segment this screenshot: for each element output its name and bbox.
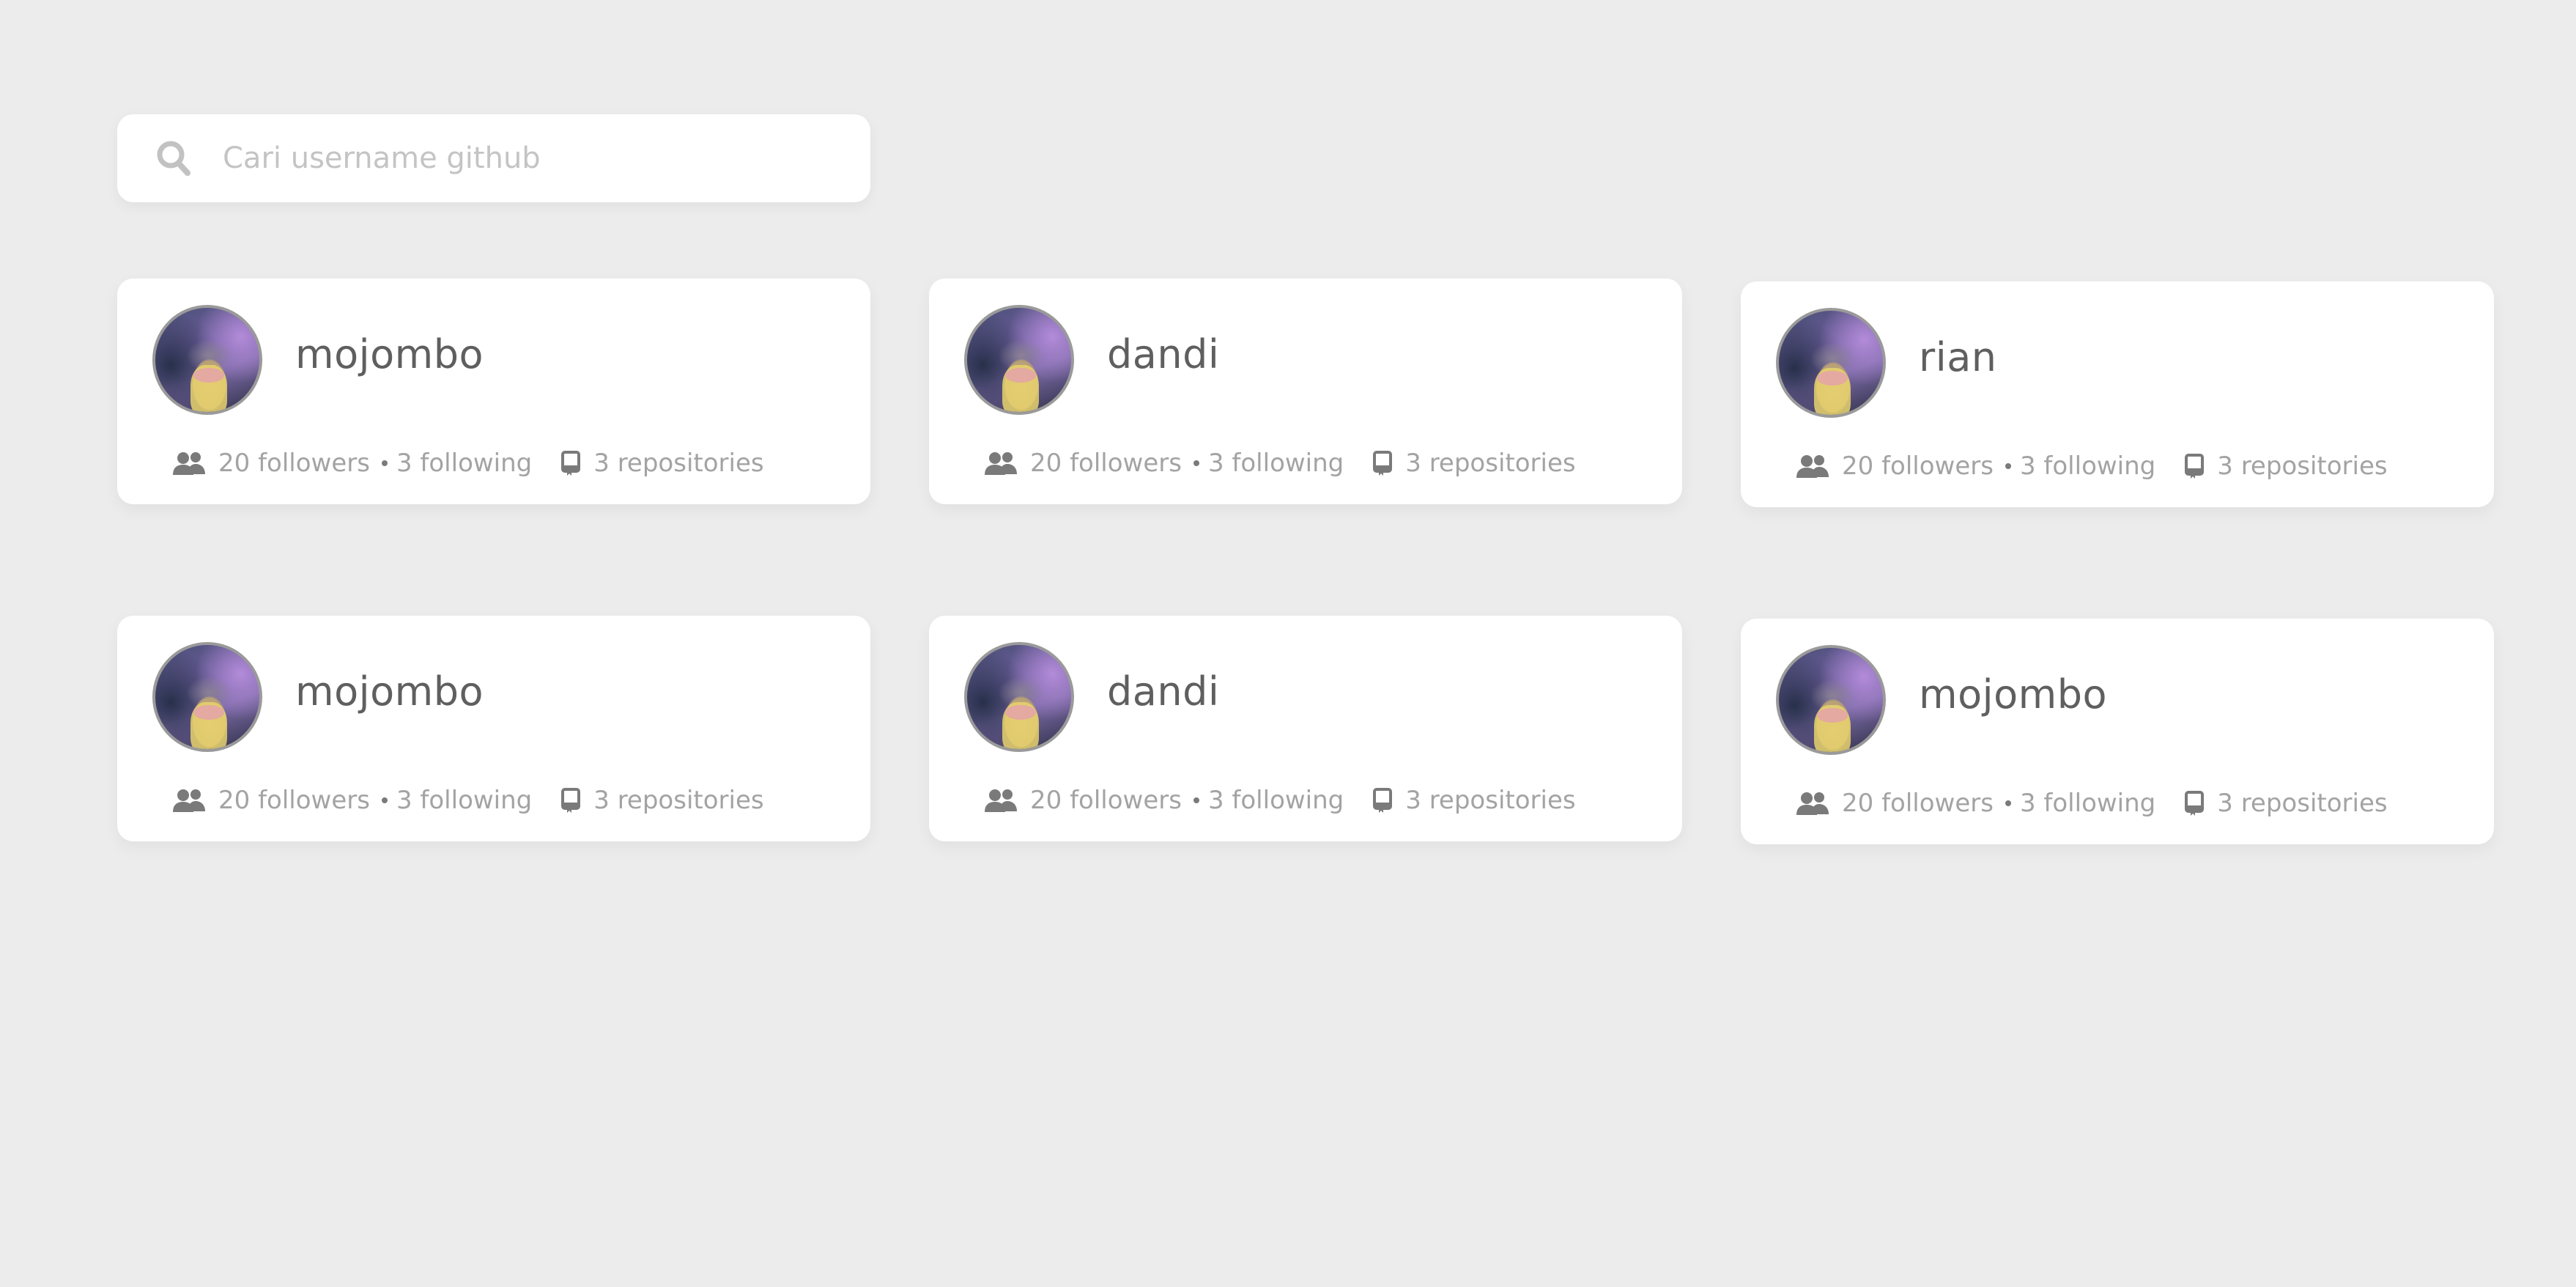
avatar[interactable] <box>152 642 262 752</box>
user-card-mojombo[interactable]: mojombo 20 followers 3 following 3 repos… <box>1741 619 2494 844</box>
repositories-count: 3 repositories <box>593 449 764 478</box>
user-stats: 20 followers 3 following 3 repositories <box>173 446 764 481</box>
following-count: 3 following <box>396 786 533 815</box>
following-count: 3 following <box>2019 451 2156 481</box>
username[interactable]: mojombo <box>1919 671 2107 718</box>
separator-dot <box>381 460 388 466</box>
people-icon <box>985 452 1017 475</box>
repo-book-icon <box>1373 788 1393 813</box>
people-icon <box>1796 455 1829 478</box>
user-stats: 20 followers 3 following 3 repositories <box>985 783 1576 818</box>
followers-count: 20 followers <box>218 449 370 478</box>
user-card-dandi[interactable]: dandi 20 followers 3 following 3 reposit… <box>929 616 1682 841</box>
followers-count: 20 followers <box>1030 449 1182 478</box>
repo-book-icon <box>2185 791 2205 816</box>
repositories-count: 3 repositories <box>593 786 764 815</box>
followers-count: 20 followers <box>1030 786 1182 815</box>
user-stats: 20 followers 3 following 3 repositories <box>1796 786 2388 821</box>
user-card-mojombo[interactable]: mojombo 20 followers 3 following 3 repos… <box>117 616 870 841</box>
user-card-rian[interactable]: rian 20 followers 3 following 3 reposito… <box>1741 281 2494 507</box>
separator-dot <box>2005 463 2011 469</box>
followers-count: 20 followers <box>1842 451 1994 481</box>
following-count: 3 following <box>1207 449 1344 478</box>
username[interactable]: mojombo <box>295 331 484 377</box>
user-card-mojombo[interactable]: mojombo 20 followers 3 following 3 repos… <box>117 279 870 504</box>
page: mojombo 20 followers 3 following 3 repos… <box>0 0 2576 1287</box>
repositories-count: 3 repositories <box>1405 449 1576 478</box>
avatar[interactable] <box>152 305 262 415</box>
avatar[interactable] <box>964 642 1074 752</box>
repositories-count: 3 repositories <box>2217 789 2388 818</box>
following-count: 3 following <box>1207 786 1344 815</box>
following-count: 3 following <box>2019 789 2156 818</box>
following-count: 3 following <box>396 449 533 478</box>
repositories-count: 3 repositories <box>1405 786 1576 815</box>
user-stats: 20 followers 3 following 3 repositories <box>1796 449 2388 484</box>
separator-dot <box>1193 460 1199 466</box>
username[interactable]: dandi <box>1107 331 1219 377</box>
people-icon <box>173 452 205 475</box>
repo-book-icon <box>2185 454 2205 479</box>
avatar[interactable] <box>1776 645 1886 755</box>
people-icon <box>1796 792 1829 815</box>
avatar[interactable] <box>1776 308 1886 418</box>
username[interactable]: mojombo <box>295 668 484 715</box>
followers-count: 20 followers <box>218 786 370 815</box>
repo-book-icon <box>561 451 581 476</box>
search-bar[interactable] <box>117 114 870 202</box>
repositories-count: 3 repositories <box>2217 451 2388 481</box>
user-stats: 20 followers 3 following 3 repositories <box>173 783 764 818</box>
separator-dot <box>2005 800 2011 806</box>
username[interactable]: dandi <box>1107 668 1219 715</box>
separator-dot <box>381 797 388 803</box>
user-card-dandi[interactable]: dandi 20 followers 3 following 3 reposit… <box>929 279 1682 504</box>
people-icon <box>985 789 1017 812</box>
repo-book-icon <box>1373 451 1393 476</box>
avatar[interactable] <box>964 305 1074 415</box>
username[interactable]: rian <box>1919 334 1997 380</box>
search-icon <box>157 141 190 176</box>
people-icon <box>173 789 205 812</box>
repo-book-icon <box>561 788 581 813</box>
search-input[interactable] <box>220 114 850 202</box>
separator-dot <box>1193 797 1199 803</box>
user-stats: 20 followers 3 following 3 repositories <box>985 446 1576 481</box>
followers-count: 20 followers <box>1842 789 1994 818</box>
